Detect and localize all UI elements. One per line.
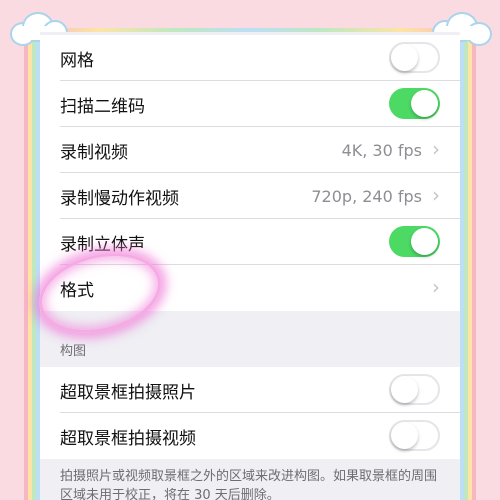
toggle-knob bbox=[411, 90, 438, 117]
chevron-right-icon: › bbox=[432, 183, 440, 207]
camera-settings-panel: 网格 扫描二维码 录制视频 4K, 30 fps › 录制慢动作视频 720p,… bbox=[40, 32, 460, 500]
row-capture-photos-outside-label: 超取景框拍摄照片 bbox=[60, 382, 196, 403]
frame-stripe-right-4 bbox=[472, 30, 476, 500]
camera-settings-group: 网格 扫描二维码 录制视频 4K, 30 fps › 录制慢动作视频 720p,… bbox=[40, 35, 460, 311]
composition-group: 超取景框拍摄照片 超取景框拍摄视频 bbox=[40, 367, 460, 459]
row-capture-video-outside: 超取景框拍摄视频 bbox=[40, 413, 460, 459]
scan-qr-toggle[interactable] bbox=[389, 88, 440, 119]
chevron-right-icon: › bbox=[432, 275, 440, 299]
row-record-slomo[interactable]: 录制慢动作视频 720p, 240 fps › bbox=[40, 173, 460, 219]
composition-section-gap: 构图 bbox=[40, 325, 460, 367]
row-record-video-label: 录制视频 bbox=[60, 142, 128, 163]
record-video-value: 4K, 30 fps bbox=[341, 140, 422, 160]
row-formats[interactable]: 格式 › bbox=[40, 265, 460, 311]
row-capture-video-outside-label: 超取景框拍摄视频 bbox=[60, 428, 196, 449]
row-capture-photos-outside: 超取景框拍摄照片 bbox=[40, 367, 460, 413]
composition-section-header: 构图 bbox=[60, 344, 87, 359]
grid-toggle[interactable] bbox=[389, 42, 440, 73]
toggle-knob bbox=[391, 44, 418, 71]
capture-video-outside-toggle[interactable] bbox=[389, 420, 440, 451]
record-slomo-value: 720p, 240 fps bbox=[311, 186, 422, 206]
row-grid-label: 网格 bbox=[60, 50, 94, 71]
row-scan-qr: 扫描二维码 bbox=[40, 81, 460, 127]
toggle-knob bbox=[391, 422, 418, 449]
chevron-right-icon: › bbox=[432, 137, 440, 161]
row-formats-label: 格式 bbox=[60, 280, 94, 301]
row-scan-qr-label: 扫描二维码 bbox=[60, 96, 145, 117]
row-record-video[interactable]: 录制视频 4K, 30 fps › bbox=[40, 127, 460, 173]
row-record-stereo-label: 录制立体声 bbox=[60, 234, 145, 255]
composition-footer-note: 拍摄照片或视频取景框之外的区域来改进构图。如果取景框的周围区域未用于校正，将在 … bbox=[60, 469, 438, 500]
row-record-stereo: 录制立体声 bbox=[40, 219, 460, 265]
row-grid: 网格 bbox=[40, 35, 460, 81]
capture-photos-outside-toggle[interactable] bbox=[389, 374, 440, 405]
record-stereo-toggle[interactable] bbox=[389, 226, 440, 257]
toggle-knob bbox=[411, 228, 438, 255]
row-record-slomo-label: 录制慢动作视频 bbox=[60, 188, 179, 209]
toggle-knob bbox=[391, 376, 418, 403]
